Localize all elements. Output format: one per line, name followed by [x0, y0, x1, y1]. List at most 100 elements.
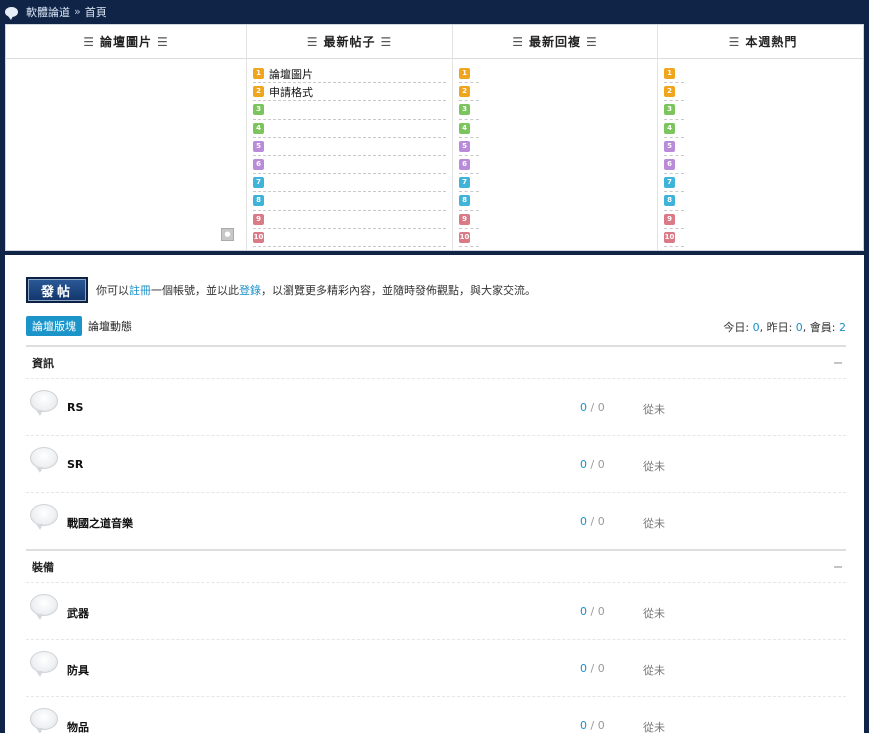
forum-counts: 0 / 0 — [580, 401, 605, 414]
list-item: 9 — [253, 211, 446, 229]
tab-forum-activity[interactable]: 論壇動態 — [82, 316, 138, 336]
minus-icon[interactable] — [834, 361, 842, 364]
forum-stats: 今日: 0, 昨日: 0, 會員: 2 — [723, 321, 846, 334]
post-bar: 發帖 你可以註冊一個帳號，並以此登錄，以瀏覽更多精彩內容，並隨時發佈觀點，與大家… — [26, 277, 536, 303]
rank-badge: 1 — [253, 68, 264, 80]
new-post-button[interactable]: 發帖 — [26, 277, 88, 303]
list-item: 4 — [664, 120, 684, 138]
rank-list: 1 論壇圖片 2 申請格式 3 4 5 6 7 8 9 10 — [247, 59, 452, 247]
forum-counts: 0 / 0 — [580, 719, 605, 732]
column-weekly-hot: ☰ 本週熱門 1 2 3 4 5 6 7 8 9 10 — [658, 25, 863, 250]
rank-badge: 3 — [459, 104, 470, 116]
list-item: 6 — [664, 156, 684, 175]
speech-bubble-icon — [30, 504, 58, 530]
forum-link[interactable]: 戰國之道音樂 — [67, 515, 133, 531]
forum-main: 發帖 你可以註冊一個帳號，並以此登錄，以瀏覽更多精彩內容，並隨時發佈觀點，與大家… — [5, 255, 864, 733]
rank-badge: 4 — [459, 122, 470, 134]
forum-row: 物品 0 / 0 從未 — [26, 697, 846, 733]
rank-badge: 10 — [664, 231, 675, 243]
speech-bubble-icon — [30, 390, 58, 416]
register-link[interactable]: 註冊 — [129, 284, 151, 297]
list-item: 8 — [664, 192, 684, 211]
column-forum-images: ☰ 論壇圖片 ☰ ● — [6, 25, 247, 250]
list-item[interactable]: 2 申請格式 — [253, 83, 446, 102]
login-link[interactable]: 登錄 — [239, 284, 261, 297]
forum-last-post: 從未 — [643, 517, 665, 530]
top-info-panel: ☰ 論壇圖片 ☰ ● ☰ 最新帖子 ☰ 1 論壇圖片 2 申請格式 3 4 5 6 7 8 … — [5, 24, 864, 251]
rank-badge: 3 — [253, 104, 264, 116]
rank-badge: 2 — [253, 86, 264, 98]
speech-bubble-icon — [30, 651, 58, 677]
forum-counts: 0 / 0 — [580, 662, 605, 675]
rank-badge: 6 — [459, 159, 470, 171]
forum-link[interactable]: 物品 — [67, 719, 89, 733]
rank-badge: 5 — [253, 140, 264, 152]
list-item: 5 — [459, 138, 479, 156]
forum-link[interactable]: SR — [67, 458, 83, 471]
rank-badge: 9 — [253, 213, 264, 225]
column-header: ☰ 最新回複 ☰ — [453, 25, 657, 59]
list-item: 5 — [253, 138, 446, 156]
forum-link[interactable]: RS — [67, 401, 83, 414]
forum-group-news: 資訊 RS 0 / 0 從未 SR 0 / 0 從未 戰國之道音樂 0 / 0 … — [26, 345, 846, 550]
forum-last-post: 從未 — [643, 721, 665, 733]
forum-counts: 0 / 0 — [580, 605, 605, 618]
list-item: 8 — [253, 192, 446, 211]
rank-badge: 2 — [664, 86, 675, 98]
rank-badge: 6 — [664, 159, 675, 171]
rank-badge: 7 — [253, 177, 264, 189]
list-item: 2 — [664, 83, 684, 102]
speech-bubble-icon — [30, 594, 58, 620]
guest-notice: 你可以註冊一個帳號，並以此登錄，以瀏覽更多精彩內容，並隨時發佈觀點，與大家交流。 — [96, 284, 536, 297]
list-item: 6 — [459, 156, 479, 175]
list-item: 9 — [459, 211, 479, 229]
tab-forum-boards[interactable]: 論壇版塊 — [26, 316, 82, 336]
forum-last-post: 從未 — [643, 607, 665, 620]
rank-badge: 8 — [253, 195, 264, 207]
rank-badge: 9 — [664, 213, 675, 225]
column-latest-posts: ☰ 最新帖子 ☰ 1 論壇圖片 2 申請格式 3 4 5 6 7 8 9 10 — [247, 25, 453, 250]
rank-badge: 10 — [253, 231, 264, 243]
minus-icon[interactable] — [834, 565, 842, 568]
list-item: 10 — [253, 229, 446, 247]
forum-row: 武器 0 / 0 從未 — [26, 583, 846, 640]
list-item: 2 — [459, 83, 479, 102]
forum-link[interactable]: 武器 — [67, 605, 89, 621]
speech-bubble-icon — [5, 6, 18, 20]
list-item: 10 — [664, 229, 684, 247]
column-header: ☰ 最新帖子 ☰ — [247, 25, 452, 59]
breadcrumb: 軟體論道 » 首頁 — [0, 0, 869, 23]
forum-link[interactable]: 防具 — [67, 662, 89, 678]
slideshow-nav-icon[interactable]: ● — [221, 228, 234, 241]
list-item: 3 — [253, 101, 446, 120]
speech-bubble-icon — [30, 708, 58, 733]
forum-counts: 0 / 0 — [580, 458, 605, 471]
rank-badge: 9 — [459, 213, 470, 225]
forum-row: RS 0 / 0 從未 — [26, 379, 846, 436]
forum-row: 戰國之道音樂 0 / 0 從未 — [26, 493, 846, 550]
breadcrumb-site-link[interactable]: 軟體論道 — [26, 4, 70, 20]
column-header: ☰ 本週熱門 — [658, 25, 863, 59]
rank-badge: 6 — [253, 159, 264, 171]
column-header: ☰ 論壇圖片 ☰ — [6, 25, 246, 59]
forum-tabs: 論壇版塊 論壇動態 今日: 0, 昨日: 0, 會員: 2 — [26, 315, 846, 337]
rank-badge: 4 — [253, 122, 264, 134]
rank-badge: 4 — [664, 122, 675, 134]
rank-list: 1 2 3 4 5 6 7 8 9 10 — [658, 59, 863, 247]
list-item: 7 — [253, 174, 446, 193]
list-item: 10 — [459, 229, 479, 247]
forum-row: 防具 0 / 0 從未 — [26, 640, 846, 697]
breadcrumb-current[interactable]: 首頁 — [85, 4, 107, 20]
rank-list: 1 2 3 4 5 6 7 8 9 10 — [453, 59, 657, 247]
rank-badge: 1 — [664, 68, 675, 80]
list-item: 3 — [459, 101, 479, 120]
group-header: 裝備 — [26, 549, 846, 583]
breadcrumb-separator: » — [74, 5, 81, 18]
forum-counts: 0 / 0 — [580, 515, 605, 528]
list-item: 7 — [664, 174, 684, 193]
forum-last-post: 從未 — [643, 403, 665, 416]
rank-badge: 1 — [459, 68, 470, 80]
list-item[interactable]: 1 論壇圖片 — [253, 65, 446, 84]
list-item: 8 — [459, 192, 479, 211]
rank-badge: 3 — [664, 104, 675, 116]
